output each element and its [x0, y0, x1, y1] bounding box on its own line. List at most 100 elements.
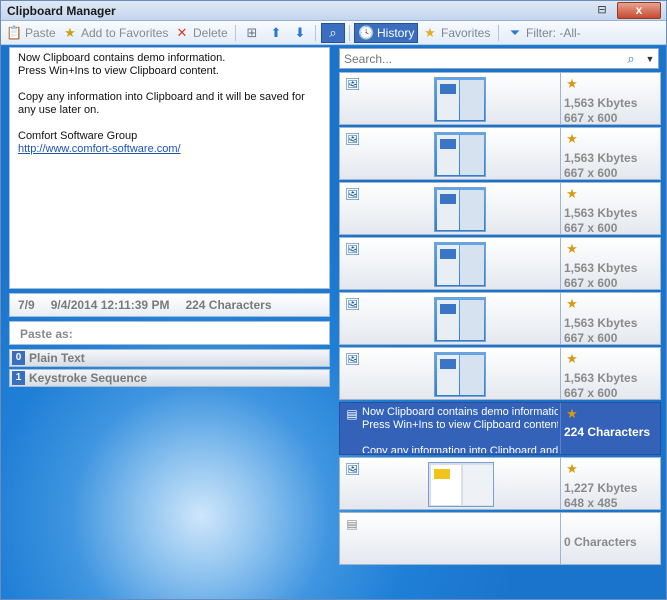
image-clip-icon: 🖼 — [345, 242, 361, 256]
filter-label: Filter: -All- — [526, 26, 581, 40]
history-item[interactable]: 🖼 ★ 1,563 Kbytes 667 x 600 — [339, 347, 661, 400]
clip-thumbnail — [434, 187, 486, 232]
text-clip-icon: ▤ — [346, 517, 358, 531]
move-up-button[interactable]: ⬆ — [265, 23, 287, 43]
clip-size: 1,563 Kbytes — [564, 316, 638, 330]
toolbar-divider — [315, 25, 316, 41]
add-favorite-star-icon[interactable]: ★ — [564, 77, 580, 91]
clipboard-manager-window: Clipboard Manager ⊟ x 📋 Paste ★ Add to F… — [0, 0, 667, 600]
clip-thumbnail — [434, 352, 486, 397]
image-clip-icon: 🖼 — [345, 297, 361, 311]
toolbar-divider — [498, 25, 499, 41]
history-clock-icon: 🕓 — [358, 25, 375, 40]
clip-dimensions: 667 x 600 — [564, 221, 618, 235]
clip-thumbnail — [434, 297, 486, 342]
delete-button[interactable]: ✕ Delete — [171, 23, 231, 43]
search-icon[interactable]: ⌕ — [623, 51, 639, 67]
add-favorite-star-icon[interactable]: ★ — [564, 242, 580, 256]
chevron-down-icon[interactable]: ▼ — [643, 51, 657, 67]
add-favorite-star-icon[interactable]: ★ — [564, 297, 580, 311]
paste-label: Paste — [25, 26, 56, 40]
image-clip-icon: 🖼 — [345, 187, 361, 201]
history-item-selected[interactable]: ▤ Now Clipboard contains demo informatio… — [339, 402, 661, 455]
add-to-favorites-button[interactable]: ★ Add to Favorites — [59, 23, 171, 43]
clip-size: 1,563 Kbytes — [564, 261, 638, 275]
search-box: ⌕ ▼ — [339, 48, 659, 69]
history-item[interactable]: 🖼 ★ 1,563 Kbytes 667 x 600 — [339, 127, 661, 180]
history-item[interactable]: 🖼 ★ 1,563 Kbytes 667 x 600 — [339, 72, 661, 125]
history-item[interactable]: 🖼 ★ 1,563 Kbytes 667 x 600 — [339, 182, 661, 235]
favorites-star-icon: ★ — [424, 25, 436, 40]
clip-thumbnail — [434, 242, 486, 287]
magnifier-icon: ⌕ — [329, 25, 337, 40]
clip-size: 1,227 Kbytes — [564, 481, 638, 495]
clip-dimensions: 667 x 600 — [564, 386, 618, 400]
toolbar-divider — [349, 25, 350, 41]
clip-datetime: 9/4/2014 12:11:39 PM — [50, 298, 170, 312]
history-item[interactable]: ▤ 0 Characters — [339, 512, 661, 565]
clip-thumbnail — [434, 77, 486, 122]
window-title: Clipboard Manager — [7, 4, 116, 18]
tab-history-label: History — [377, 26, 415, 40]
tab-favorites[interactable]: ★ Favorites — [419, 23, 493, 43]
image-clip-icon: 🖼 — [345, 77, 361, 91]
clip-char-count: 224 Characters — [564, 425, 651, 439]
option-number: 0 — [12, 351, 25, 365]
tab-history[interactable]: 🕓 History — [354, 23, 419, 43]
close-button[interactable]: x — [617, 2, 661, 19]
clip-size: 1,563 Kbytes — [564, 151, 638, 165]
toolbar: 📋 Paste ★ Add to Favorites ✕ Delete ⊞ ⬆ … — [1, 21, 666, 45]
tab-favorites-label: Favorites — [441, 26, 491, 40]
hierarchy-icon: ⊞ — [246, 25, 258, 40]
clip-dimensions: 667 x 600 — [564, 276, 618, 290]
add-favorite-star-icon[interactable]: ★ — [564, 132, 580, 146]
add-favorite-star-icon[interactable]: ★ — [564, 352, 580, 366]
clip-text-preview: Now Clipboard contains demo information.… — [362, 406, 558, 453]
preview-text: Now Clipboard contains demo information.… — [18, 52, 305, 142]
delete-label: Delete — [193, 26, 228, 40]
clip-thumbnail — [434, 132, 486, 177]
add-favorite-star-icon[interactable]: ★ — [564, 407, 580, 421]
clip-size: 1,563 Kbytes — [564, 96, 638, 110]
move-down-button[interactable]: ⬇ — [289, 23, 311, 43]
option-number: 1 — [12, 371, 25, 385]
history-item[interactable]: 🖼 ★ 1,563 Kbytes 667 x 600 — [339, 292, 661, 345]
paste-as-keystroke-sequence[interactable]: 1 Keystroke Sequence — [9, 369, 330, 387]
clip-size: 1,563 Kbytes — [564, 371, 638, 385]
paste-icon: 📋 — [6, 25, 23, 40]
history-item[interactable]: 🖼 ★ 1,227 Kbytes 648 x 485 — [339, 457, 661, 510]
hierarchy-button[interactable]: ⊞ — [241, 23, 263, 43]
delete-icon: ✕ — [176, 25, 188, 40]
image-clip-icon: 🖼 — [345, 352, 361, 366]
clip-dimensions: 648 x 485 — [564, 496, 618, 510]
search-input[interactable] — [340, 49, 610, 68]
title-bar[interactable]: Clipboard Manager ⊟ x — [1, 1, 666, 21]
text-clip-icon: ▤ — [346, 407, 358, 421]
history-item[interactable]: 🖼 ★ 1,563 Kbytes 667 x 600 — [339, 237, 661, 290]
clip-dimensions: 667 x 600 — [564, 166, 618, 180]
clip-dimensions: 667 x 600 — [564, 111, 618, 125]
clip-thumbnail — [428, 462, 494, 507]
toolbar-divider — [235, 25, 236, 41]
image-clip-icon: 🖼 — [345, 462, 361, 476]
paste-button[interactable]: 📋 Paste — [3, 23, 59, 43]
pin-icon[interactable]: ⊟ — [593, 3, 611, 18]
filter-dropdown[interactable]: ⏷ Filter: -All- — [504, 23, 584, 43]
paste-as-plain-text[interactable]: 0 Plain Text — [9, 349, 330, 367]
clip-info-bar: 7/9 9/4/2014 12:11:39 PM 224 Characters — [9, 293, 330, 317]
option-label: Keystroke Sequence — [29, 371, 148, 385]
add-favorite-star-icon[interactable]: ★ — [564, 462, 580, 476]
paste-as-header: Paste as: — [9, 321, 330, 345]
clip-position: 7/9 — [18, 298, 35, 312]
add-favorite-star-icon[interactable]: ★ — [564, 187, 580, 201]
option-label: Plain Text — [29, 351, 85, 365]
filter-funnel-icon: ⏷ — [509, 25, 521, 40]
arrow-down-icon: ⬇ — [294, 25, 306, 40]
clip-char-count: 224 Characters — [185, 298, 272, 312]
clip-dimensions: 667 x 600 — [564, 331, 618, 345]
search-toggle-button[interactable]: ⌕ — [321, 23, 345, 43]
preview-link[interactable]: http://www.comfort-software.com/ — [18, 143, 181, 155]
clip-preview-pane[interactable]: Now Clipboard contains demo information.… — [9, 47, 330, 289]
arrow-up-icon: ⬆ — [270, 25, 282, 40]
clip-size: 1,563 Kbytes — [564, 206, 638, 220]
